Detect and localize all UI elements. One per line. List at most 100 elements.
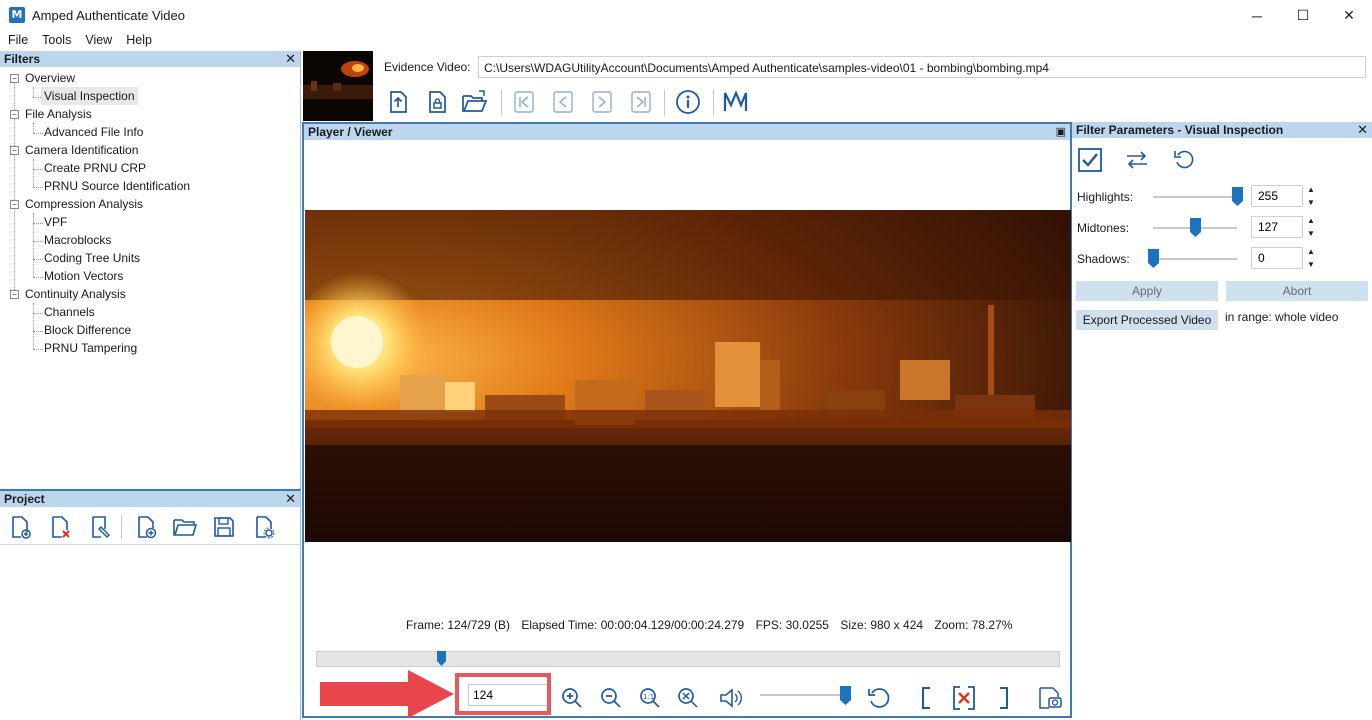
tree-connector <box>33 223 43 224</box>
reset-params-icon[interactable] <box>1170 146 1198 174</box>
collapse-icon[interactable]: − <box>10 290 19 299</box>
tree-item-overview[interactable]: Overview <box>25 69 75 87</box>
next-frame-icon[interactable] <box>588 88 616 116</box>
highlights-input[interactable] <box>1251 185 1303 207</box>
info-icon[interactable] <box>674 88 702 116</box>
zoom-1to1-icon[interactable]: 1:1 <box>636 684 664 712</box>
maximize-button[interactable]: ☐ <box>1280 0 1326 31</box>
amped-logo-icon[interactable] <box>722 88 750 116</box>
volume-slider-track[interactable] <box>760 694 845 696</box>
shadows-slider-track[interactable] <box>1153 258 1237 260</box>
frame-counter: Frame: 124/729 (B) <box>406 618 511 632</box>
tree-item-prnu-tampering[interactable]: PRNU Tampering <box>44 339 137 357</box>
load-reference-icon[interactable] <box>423 88 451 116</box>
mark-out-icon[interactable] <box>990 684 1018 712</box>
tree-item-coding-tree-units[interactable]: Coding Tree Units <box>44 249 140 267</box>
zoom-in-icon[interactable] <box>558 684 586 712</box>
tree-item-block-difference[interactable]: Block Difference <box>44 321 131 339</box>
last-frame-icon[interactable] <box>627 88 655 116</box>
abort-button[interactable]: Abort <box>1226 281 1368 301</box>
midtones-input[interactable] <box>1251 216 1303 238</box>
tree-item-prnu-source-identification[interactable]: PRNU Source Identification <box>44 177 190 195</box>
add-file-icon[interactable] <box>132 513 160 541</box>
tree-item-macroblocks[interactable]: Macroblocks <box>44 231 111 249</box>
menu-file[interactable]: File <box>8 31 28 51</box>
new-project-icon[interactable] <box>6 513 34 541</box>
tree-item-motion-vectors[interactable]: Motion Vectors <box>44 267 123 285</box>
open-recent-icon[interactable] <box>461 88 489 116</box>
close-button[interactable]: ✕ <box>1326 0 1372 31</box>
tree-item-vpf[interactable]: VPF <box>44 213 67 231</box>
midtones-label: Midtones: <box>1077 221 1130 235</box>
maximize-panel-icon[interactable]: ▣ <box>1056 124 1066 140</box>
filters-panel-title: Filters <box>4 52 41 66</box>
range-label: in range: whole video <box>1225 310 1339 324</box>
highlight-annotation <box>455 673 551 715</box>
zoom-fit-icon[interactable] <box>674 684 702 712</box>
filter-params-panel: Filter Parameters - Visual Inspection ✕ … <box>1072 122 1372 720</box>
timeline-handle[interactable] <box>437 651 447 666</box>
collapse-icon[interactable]: − <box>10 146 19 155</box>
video-thumbnail <box>303 51 373 121</box>
volume-icon[interactable] <box>717 684 745 712</box>
swap-icon[interactable] <box>1123 146 1151 174</box>
tree-item-create-prnu-crp[interactable]: Create PRNU CRP <box>44 159 146 177</box>
filters-panel: Filters ✕ − Overview Visual Inspection −… <box>0 51 301 489</box>
first-frame-icon[interactable] <box>510 88 538 116</box>
toolbar-separator <box>713 90 714 116</box>
evidence-path-field[interactable]: C:\Users\WDAGUtilityAccount\Documents\Am… <box>478 56 1366 78</box>
menu-tools[interactable]: Tools <box>42 31 71 51</box>
reset-icon[interactable] <box>865 684 893 712</box>
apply-check-icon[interactable] <box>1076 146 1104 174</box>
tree-connector <box>33 159 34 187</box>
open-folder-icon[interactable] <box>171 513 199 541</box>
tree-item-file-analysis[interactable]: File Analysis <box>25 105 92 123</box>
midtones-spinner[interactable]: ▲ ▼ <box>1303 216 1319 238</box>
highlights-spinner[interactable]: ▲ ▼ <box>1303 185 1319 207</box>
collapse-icon[interactable]: − <box>10 74 19 83</box>
player-panel-title: Player / Viewer <box>308 125 393 139</box>
project-panel-header: Project ✕ <box>0 491 300 507</box>
project-settings-icon[interactable] <box>250 513 278 541</box>
tree-item-channels[interactable]: Channels <box>44 303 95 321</box>
snapshot-icon[interactable] <box>1036 684 1064 712</box>
video-frame[interactable] <box>305 210 1071 542</box>
tree-connector <box>33 313 43 314</box>
save-icon[interactable] <box>210 513 238 541</box>
mark-in-icon[interactable] <box>912 684 940 712</box>
midtones-slider-handle[interactable] <box>1190 218 1201 237</box>
filters-close-icon[interactable]: ✕ <box>285 51 296 67</box>
toolbar-separator <box>121 515 122 539</box>
collapse-icon[interactable]: − <box>10 110 19 119</box>
tree-item-camera-identification[interactable]: Camera Identification <box>25 141 138 159</box>
menu-help[interactable]: Help <box>126 31 152 51</box>
collapse-icon[interactable]: − <box>10 200 19 209</box>
menu-view[interactable]: View <box>85 31 112 51</box>
tree-item-visual-inspection[interactable]: Visual Inspection <box>41 87 138 105</box>
filter-params-close-icon[interactable]: ✕ <box>1357 122 1368 138</box>
shadows-spinner[interactable]: ▲ ▼ <box>1303 247 1319 269</box>
clear-range-icon[interactable] <box>950 684 978 712</box>
timeline-track[interactable] <box>316 651 1060 667</box>
remove-item-icon[interactable] <box>46 513 74 541</box>
minimize-button[interactable]: ─ <box>1234 0 1280 31</box>
tree-item-continuity-analysis[interactable]: Continuity Analysis <box>25 285 126 303</box>
project-close-icon[interactable]: ✕ <box>285 491 296 507</box>
tree-connector <box>33 241 43 242</box>
highlights-slider-track[interactable] <box>1153 196 1237 198</box>
tree-connector <box>33 277 43 278</box>
bookmark-icon[interactable] <box>86 513 114 541</box>
load-video-icon[interactable] <box>384 88 412 116</box>
tree-connector <box>33 169 43 170</box>
tree-item-advanced-file-info[interactable]: Advanced File Info <box>44 123 143 141</box>
zoom-out-icon[interactable] <box>597 684 625 712</box>
shadows-input[interactable] <box>1251 247 1303 269</box>
export-processed-video-button[interactable]: Export Processed Video <box>1076 310 1218 330</box>
previous-frame-icon[interactable] <box>549 88 577 116</box>
tree-item-compression-analysis[interactable]: Compression Analysis <box>25 195 143 213</box>
apply-button[interactable]: Apply <box>1076 281 1218 301</box>
player-panel: Player / Viewer ▣ Frame: 124/729 (B) Ela… <box>302 122 1072 718</box>
shadows-slider-handle[interactable] <box>1148 249 1159 268</box>
volume-slider-handle[interactable] <box>840 686 851 705</box>
highlights-slider-handle[interactable] <box>1232 187 1243 206</box>
